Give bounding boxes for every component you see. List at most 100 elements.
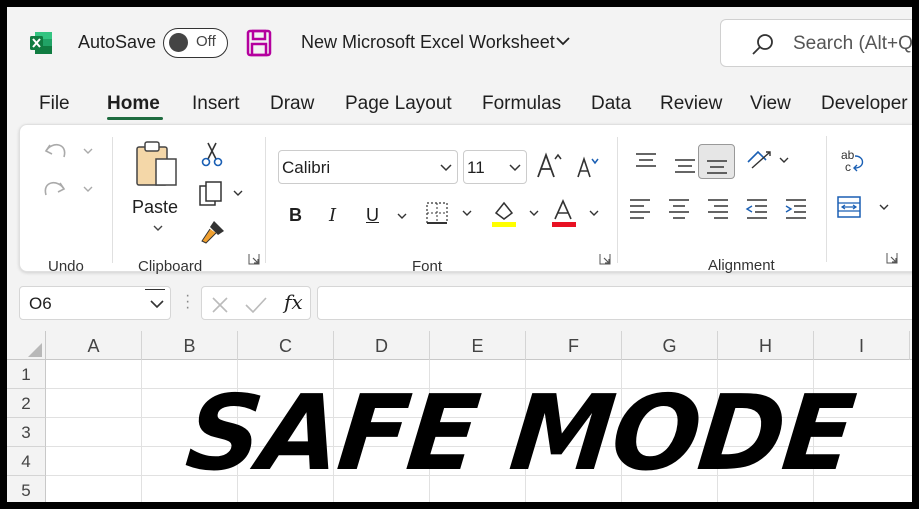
- tab-view[interactable]: View: [750, 93, 791, 115]
- autosave-toggle[interactable]: Off: [163, 28, 228, 58]
- row-header[interactable]: 4: [7, 447, 46, 476]
- cancel-icon[interactable]: [210, 295, 230, 315]
- row-header[interactable]: 2: [7, 389, 46, 418]
- merge-center-icon[interactable]: [836, 195, 898, 221]
- chevron-down-icon[interactable]: [396, 211, 408, 221]
- font-name-value: Calibri: [282, 158, 331, 177]
- excel-logo-icon[interactable]: [29, 31, 53, 55]
- dialog-launcher-icon[interactable]: [886, 252, 898, 264]
- column-header[interactable]: H: [718, 331, 814, 360]
- increase-indent-icon[interactable]: [783, 197, 809, 219]
- column-header[interactable]: D: [334, 331, 430, 360]
- group-separator: [112, 137, 113, 263]
- font-group-label: Font: [412, 258, 443, 275]
- dialog-launcher-icon[interactable]: [599, 253, 611, 265]
- name-box[interactable]: O6: [19, 286, 171, 320]
- align-right-icon[interactable]: [705, 197, 731, 219]
- borders-icon[interactable]: [425, 201, 477, 227]
- underline-button[interactable]: U: [366, 205, 379, 226]
- cut-icon[interactable]: [200, 141, 224, 167]
- tab-formulas[interactable]: Formulas: [482, 93, 561, 115]
- group-separator: [617, 137, 618, 263]
- title-bar: AutoSave Off New Microsoft Excel Workshe…: [7, 7, 912, 81]
- column-header[interactable]: A: [46, 331, 142, 360]
- tab-data[interactable]: Data: [591, 93, 631, 115]
- excel-window: AutoSave Off New Microsoft Excel Workshe…: [7, 7, 912, 502]
- undo-group-label: Undo: [48, 258, 84, 275]
- decrease-indent-icon[interactable]: [744, 197, 770, 219]
- row-header[interactable]: 3: [7, 418, 46, 447]
- tab-page-layout[interactable]: Page Layout: [345, 93, 452, 115]
- enter-icon[interactable]: [244, 295, 268, 315]
- bottom-align-button[interactable]: [698, 144, 735, 179]
- column-header[interactable]: C: [238, 331, 334, 360]
- ribbon: Undo Paste Clipboard Calibri 11 B I U Fo…: [19, 124, 912, 275]
- search-icon: [752, 34, 773, 55]
- select-all-button[interactable]: [7, 331, 46, 360]
- font-color-icon[interactable]: [550, 199, 604, 229]
- align-left-icon[interactable]: [627, 197, 653, 219]
- tab-file[interactable]: File: [39, 93, 70, 115]
- chevron-down-icon[interactable]: [152, 223, 164, 233]
- copy-icon[interactable]: [198, 181, 248, 207]
- safe-mode-title: SAFE MODE: [181, 372, 859, 494]
- chevron-down-icon: [440, 164, 452, 172]
- name-box-accent: [145, 289, 165, 290]
- splitter-handle[interactable]: · · ·: [185, 288, 190, 316]
- undo-icon[interactable]: [42, 139, 96, 165]
- select-all-icon: [28, 343, 42, 357]
- alignment-group-label: Alignment: [708, 257, 775, 274]
- group-separator: [265, 137, 266, 263]
- chevron-down-icon[interactable]: [555, 34, 571, 48]
- column-header[interactable]: F: [526, 331, 622, 360]
- tab-draw[interactable]: Draw: [270, 93, 314, 115]
- tab-home[interactable]: Home: [107, 93, 160, 115]
- svg-text:c: c: [845, 160, 851, 174]
- dialog-launcher-icon[interactable]: [248, 253, 260, 265]
- autosave-state: Off: [196, 33, 216, 50]
- tab-developer[interactable]: Developer: [821, 93, 908, 115]
- group-separator: [826, 136, 827, 262]
- column-header[interactable]: B: [142, 331, 238, 360]
- tab-review[interactable]: Review: [660, 93, 722, 115]
- decrease-font-size-icon[interactable]: [576, 155, 602, 179]
- formula-input[interactable]: [317, 286, 912, 320]
- active-tab-indicator: [107, 117, 163, 120]
- align-center-icon[interactable]: [666, 197, 692, 219]
- middle-align-icon[interactable]: [672, 155, 698, 177]
- font-size-value: 11: [467, 158, 485, 177]
- chevron-down-icon[interactable]: [150, 299, 164, 309]
- top-align-icon[interactable]: [633, 151, 659, 173]
- search-box[interactable]: Search (Alt+Q): [720, 19, 912, 67]
- column-header-row: A B C D E F G H I: [7, 331, 912, 360]
- save-icon[interactable]: [246, 29, 272, 57]
- italic-button[interactable]: I: [329, 205, 336, 226]
- toggle-knob: [169, 33, 188, 52]
- format-painter-icon[interactable]: [200, 219, 226, 245]
- column-header[interactable]: E: [430, 331, 526, 360]
- name-box-value: O6: [29, 294, 52, 313]
- fill-color-icon[interactable]: [490, 199, 544, 229]
- clipboard-group-label: Clipboard: [138, 258, 203, 275]
- font-name-select[interactable]: Calibri: [278, 150, 458, 184]
- paste-label[interactable]: Paste: [132, 197, 178, 218]
- insert-function-button[interactable]: fx: [284, 290, 303, 314]
- paste-icon[interactable]: [134, 139, 180, 189]
- wrap-text-icon[interactable]: ab c: [839, 148, 867, 174]
- column-header[interactable]: I: [814, 331, 910, 360]
- font-size-select[interactable]: 11: [463, 150, 527, 184]
- bold-button[interactable]: B: [289, 205, 302, 226]
- autosave-label: AutoSave: [78, 32, 157, 52]
- column-header[interactable]: G: [622, 331, 718, 360]
- increase-font-size-icon[interactable]: [536, 151, 564, 179]
- gridline: [141, 360, 142, 502]
- search-placeholder: Search (Alt+Q): [793, 33, 912, 54]
- row-header[interactable]: 5: [7, 476, 46, 502]
- chevron-down-icon: [509, 164, 521, 172]
- formula-buttons: fx: [201, 286, 311, 320]
- orientation-icon[interactable]: [744, 148, 794, 174]
- tab-insert[interactable]: Insert: [192, 93, 240, 115]
- row-header[interactable]: 1: [7, 360, 46, 389]
- redo-icon[interactable]: [42, 177, 96, 203]
- document-title[interactable]: New Microsoft Excel Worksheet: [301, 32, 555, 53]
